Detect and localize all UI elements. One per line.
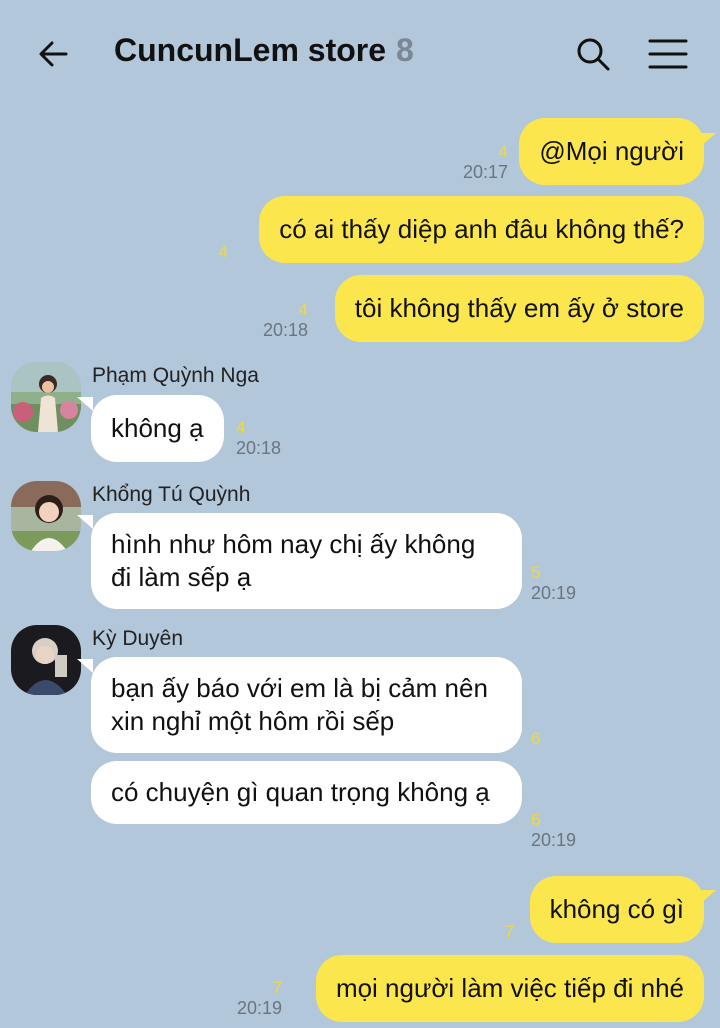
unread-count: 6: [531, 810, 541, 829]
member-count: 8: [396, 32, 414, 68]
message-text: không ạ: [111, 413, 204, 443]
bubble-tail: [700, 890, 716, 904]
message-text: có chuyện gì quan trọng không ạ: [111, 777, 490, 807]
message-text: mọi người làm việc tiếp đi nhé: [335, 973, 684, 1003]
message-time: 20:18: [236, 438, 282, 458]
menu-button[interactable]: [646, 34, 690, 74]
unread-count: 5: [531, 563, 541, 582]
menu-icon: [648, 39, 688, 69]
message-meta: 7 20:19: [237, 978, 282, 1018]
unread-count: 4: [236, 418, 246, 437]
message-meta: 5 20:19: [531, 563, 576, 603]
unread-count: 4: [298, 300, 308, 319]
sender-name: Phạm Quỳnh Nga: [92, 364, 259, 387]
message-meta: 6 20:19: [531, 810, 576, 850]
unread-count: 7: [504, 922, 514, 941]
unread-count: 4: [498, 142, 508, 161]
outgoing-message[interactable]: @Mọi người: [519, 118, 704, 185]
search-button[interactable]: [572, 34, 614, 74]
avatar-photo-icon: [11, 625, 81, 695]
avatar-photo-icon: [11, 362, 81, 432]
outgoing-message[interactable]: mọi người làm việc tiếp đi nhé: [315, 955, 704, 1022]
message-time: 20:18: [262, 320, 308, 340]
message-text: tôi không thấy em ấy ở store: [354, 293, 684, 323]
bubble-tail: [77, 397, 93, 411]
avatar[interactable]: [11, 362, 81, 432]
outgoing-message[interactable]: có ai thấy diệp anh đâu không thế?: [259, 196, 704, 263]
sender-name: Kỳ Duyên: [92, 627, 184, 650]
avatar-photo-icon: [11, 481, 81, 551]
outgoing-message[interactable]: tôi không thấy em ấy ở store: [334, 275, 704, 342]
message-text: bạn ấy báo với em là bị cảm nên xin nghỉ…: [111, 673, 488, 736]
message-meta: 7: [505, 922, 514, 942]
back-arrow-icon: [39, 41, 68, 67]
chat-header: CuncunLem store 8: [0, 0, 720, 106]
avatar[interactable]: [11, 625, 81, 695]
message-meta: 4 20:18: [236, 418, 281, 458]
bubble-tail: [700, 133, 716, 147]
search-icon: [577, 38, 610, 71]
bubble-tail: [77, 659, 93, 673]
message-time: 20:19: [531, 583, 577, 603]
message-text: không có gì: [549, 894, 684, 924]
incoming-message[interactable]: có chuyện gì quan trọng không ạ: [91, 761, 522, 824]
message-text: @Mọi người: [539, 136, 684, 166]
incoming-message[interactable]: bạn ấy báo với em là bị cảm nên xin nghỉ…: [91, 657, 522, 753]
message-time: 20:17: [462, 162, 508, 182]
chat-title: CuncunLem store 8: [114, 32, 414, 69]
sender-name: Khổng Tú Quỳnh: [92, 483, 251, 506]
incoming-message[interactable]: hình như hôm nay chị ấy không đi làm sếp…: [91, 513, 522, 609]
unread-count: 7: [272, 978, 282, 997]
message-meta: 4 20:18: [263, 300, 308, 340]
bubble-tail: [77, 515, 93, 529]
message-time: 20:19: [236, 998, 282, 1018]
outgoing-message[interactable]: không có gì: [529, 876, 704, 943]
message-text: hình như hôm nay chị ấy không đi làm sếp…: [111, 529, 476, 592]
avatar[interactable]: [11, 481, 81, 551]
unread-count: 4: [218, 242, 228, 261]
incoming-message[interactable]: không ạ: [91, 395, 224, 462]
message-time: 20:19: [531, 830, 577, 850]
back-button[interactable]: [34, 34, 74, 74]
unread-count: 6: [531, 729, 541, 748]
message-meta: 6: [531, 729, 540, 749]
chat-title-text: CuncunLem store: [114, 32, 387, 68]
message-meta: 4: [219, 242, 228, 262]
message-text: có ai thấy diệp anh đâu không thế?: [279, 214, 684, 244]
message-meta: 4 20:17: [463, 142, 508, 182]
